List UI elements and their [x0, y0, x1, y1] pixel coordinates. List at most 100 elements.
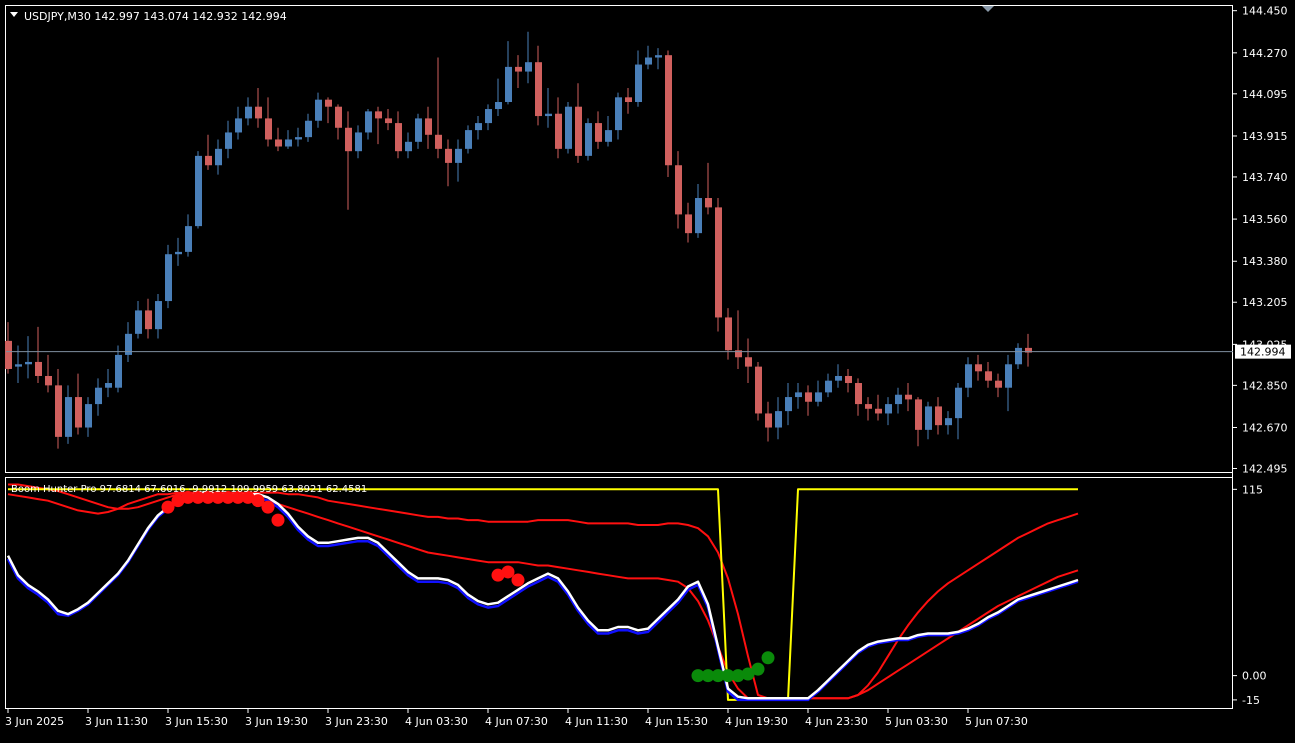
candle-body	[465, 130, 472, 149]
bullish-candle	[25, 336, 32, 379]
candle-body	[625, 97, 632, 103]
candle-body	[485, 109, 492, 124]
candle-body	[145, 310, 152, 330]
candle-body	[425, 118, 432, 135]
candle-body	[105, 383, 112, 388]
bullish-candle	[525, 31, 532, 84]
bullish-candle	[65, 385, 72, 444]
candle-body	[805, 392, 812, 402]
candle-body	[475, 123, 482, 131]
bullish-candle	[95, 378, 102, 416]
bearish-candle	[975, 354, 982, 381]
chart-shift-marker-icon[interactable]	[982, 6, 994, 12]
candle-body	[755, 366, 762, 414]
bearish-candle	[255, 87, 262, 128]
candle-body	[825, 380, 832, 393]
candle-body	[515, 66, 522, 72]
bullish-candle	[615, 92, 622, 140]
candle-body	[545, 113, 552, 117]
bullish-candle	[135, 301, 142, 339]
candle-body	[785, 397, 792, 412]
candle-body	[595, 123, 602, 142]
bullish-candle	[605, 116, 612, 147]
candle-body	[675, 165, 682, 215]
indicator-blue-line	[6, 494, 1079, 702]
bullish-candle	[885, 397, 892, 426]
bearish-candle	[755, 361, 762, 421]
bearish-candle	[335, 104, 342, 140]
indicator-tick-label: -15	[1242, 694, 1260, 707]
bullish-candle	[465, 125, 472, 154]
bullish-candle	[305, 113, 312, 142]
bearish-candle	[275, 127, 282, 152]
candles-group	[5, 31, 1032, 449]
bullish-candle	[815, 380, 822, 407]
bearish-candle	[745, 338, 752, 384]
bullish-candle	[315, 92, 322, 128]
candle-body	[665, 55, 672, 166]
candle-body	[315, 99, 322, 121]
indicator-tick-label: 115	[1242, 483, 1263, 496]
bearish-candle	[535, 45, 542, 126]
candle-body	[905, 394, 912, 400]
bearish-candle	[325, 97, 332, 124]
candle-body	[765, 413, 772, 428]
time-tick-label: 5 Jun 03:30	[885, 715, 948, 728]
bullish-candle	[925, 401, 932, 440]
candle-body	[395, 123, 402, 152]
candle-body	[1005, 364, 1012, 388]
candle-body	[305, 120, 312, 138]
indicator-lines	[6, 483, 1079, 702]
sell-signal-dot	[271, 513, 285, 527]
bullish-candle	[165, 244, 172, 309]
bullish-candle	[835, 364, 842, 388]
candle-body	[205, 155, 212, 166]
candle-body	[35, 361, 42, 376]
candle-body	[915, 399, 922, 430]
bullish-candle	[695, 183, 702, 238]
candle-body	[45, 375, 52, 386]
time-tick-label: 5 Jun 07:30	[965, 715, 1028, 728]
bearish-candle	[1025, 333, 1032, 367]
bearish-candle	[205, 134, 212, 170]
bearish-candle	[435, 57, 442, 159]
bearish-candle	[625, 87, 632, 114]
symbol-dropdown-icon[interactable]	[10, 12, 18, 17]
price-tick-label: 144.450	[1242, 5, 1288, 18]
time-tick-label: 3 Jun 23:30	[325, 715, 388, 728]
candle-body	[835, 375, 842, 381]
price-tick-label: 144.095	[1242, 88, 1288, 101]
indicator-pane-frame	[5, 477, 1233, 709]
time-tick-label: 3 Jun 15:30	[165, 715, 228, 728]
bullish-candle	[105, 368, 112, 398]
candle-body	[885, 404, 892, 414]
bullish-candle	[235, 106, 242, 140]
bullish-candle	[415, 113, 422, 149]
candle-body	[115, 354, 122, 388]
time-tick-label: 3 Jun 11:30	[85, 715, 148, 728]
price-tick-label: 143.740	[1242, 171, 1288, 184]
bullish-candle	[355, 125, 362, 159]
candle-body	[175, 251, 182, 255]
bearish-candle	[35, 326, 42, 384]
candle-body	[705, 198, 712, 208]
candle-body	[345, 127, 352, 152]
candle-body	[95, 387, 102, 405]
current-price-line: 142.994	[6, 344, 1291, 359]
time-tick-label: 4 Jun 07:30	[485, 715, 548, 728]
bearish-candle	[55, 368, 62, 449]
time-tick-label: 4 Jun 03:30	[405, 715, 468, 728]
bullish-candle	[245, 97, 252, 126]
bearish-candle	[425, 106, 432, 149]
candle-body	[965, 364, 972, 388]
chart-svg: 144.450 144.270 144.095 143.915 143.740 143.5…	[5, 5, 1291, 728]
candle-body	[325, 99, 332, 107]
bullish-candle	[495, 78, 502, 117]
price-tick-label: 142.495	[1242, 462, 1288, 475]
bearish-candle	[685, 202, 692, 243]
candle-body	[775, 411, 782, 428]
candle-body	[715, 207, 722, 318]
price-tick-label: 143.380	[1242, 255, 1288, 268]
candle-body	[445, 148, 452, 163]
candle-body	[635, 64, 642, 103]
